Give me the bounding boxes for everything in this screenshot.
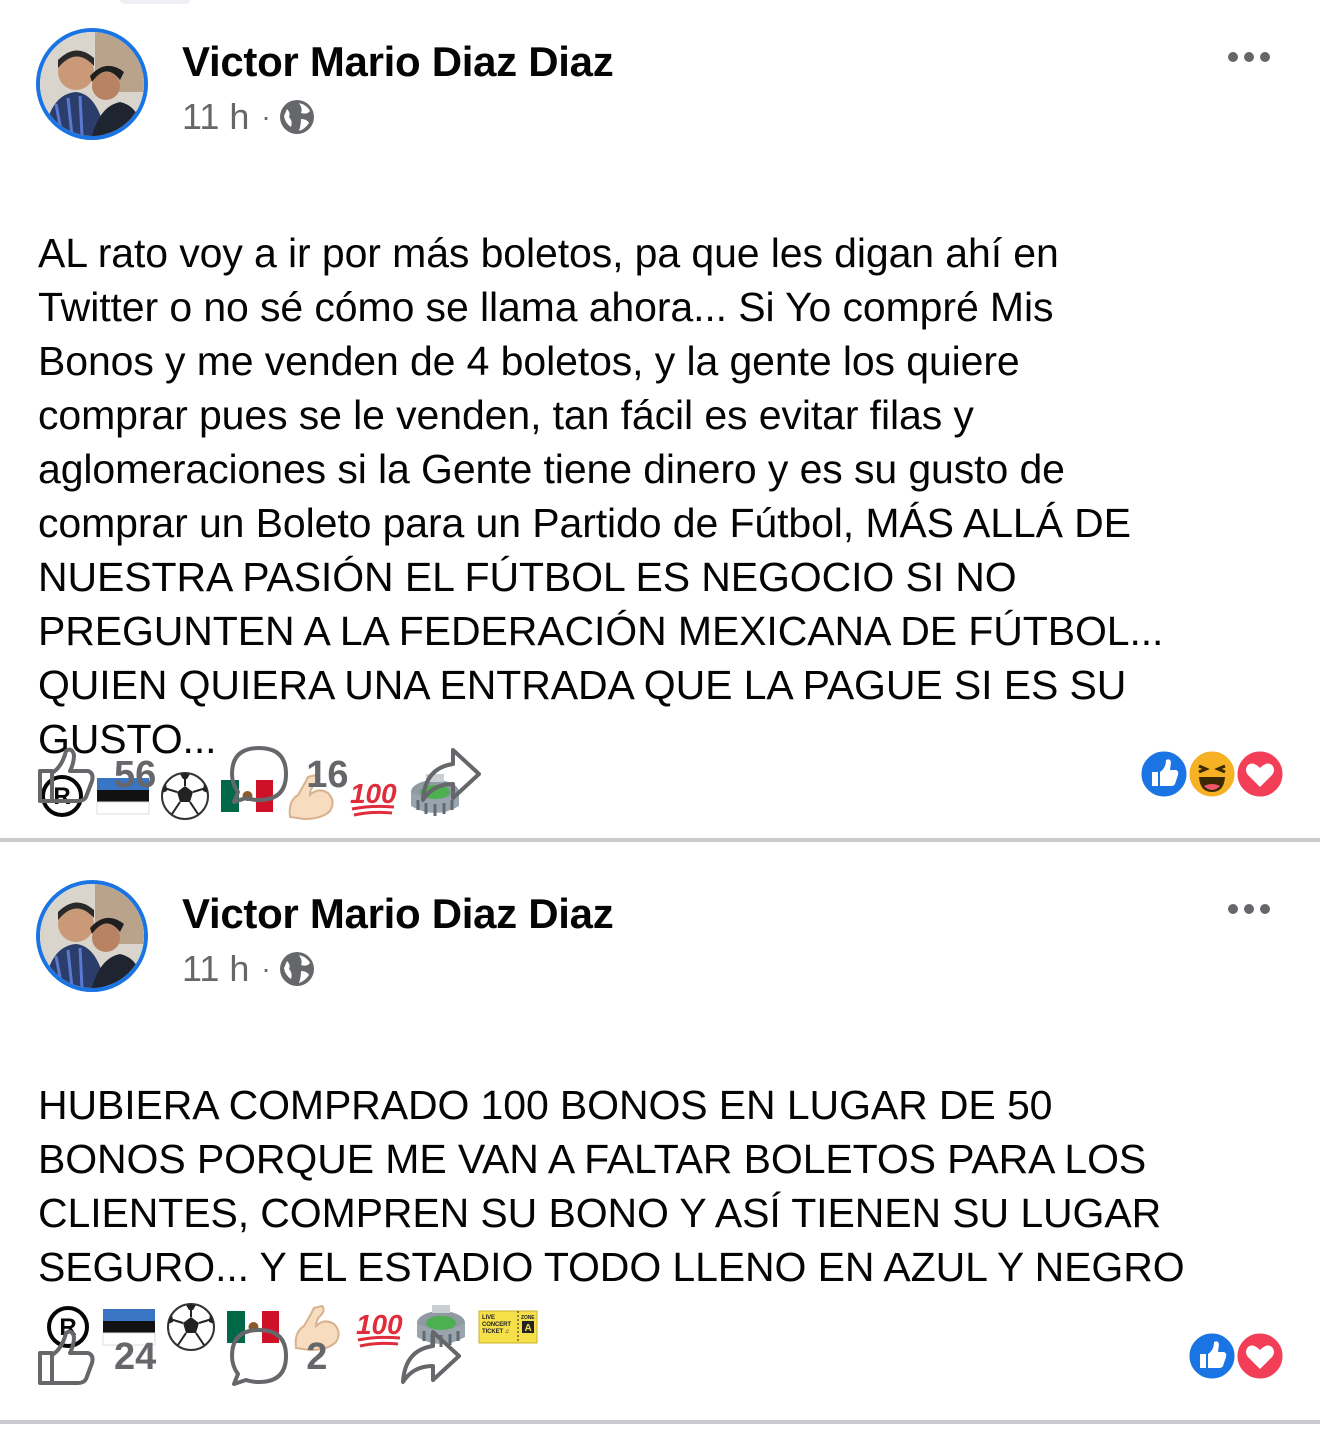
author-name[interactable]: Victor Mario Diaz Diaz: [182, 38, 614, 86]
like-reaction-icon: [1186, 1330, 1238, 1382]
post-time[interactable]: 11 h: [182, 948, 249, 990]
haha-reaction-icon: [1186, 748, 1238, 800]
post-meta: 11 h ·: [182, 948, 315, 990]
post-text: AL rato voy a ir por más boletos, pa que…: [38, 230, 1164, 762]
dot: [1260, 904, 1270, 914]
top-edge-shade: [120, 0, 190, 4]
reactions-summary[interactable]: [1138, 748, 1286, 800]
thumbs-up-icon: [38, 747, 95, 803]
dot: [1228, 52, 1238, 62]
like-count: 56: [114, 753, 157, 796]
like-button[interactable]: 56: [36, 745, 156, 805]
comment-count: 16: [306, 753, 349, 796]
reactions-summary[interactable]: [1186, 1330, 1286, 1382]
ticket-line3: TICKET ♫: [482, 1329, 509, 1335]
post-actions: 24 2: [36, 1326, 463, 1388]
globe-icon: [279, 100, 314, 134]
avatar-photo: [40, 32, 144, 136]
love-reaction-icon: [1234, 1330, 1286, 1382]
ticket-line1: LIVE: [482, 1315, 495, 1321]
share-icon: [420, 748, 481, 802]
share-button[interactable]: [419, 746, 483, 804]
post-body: AL rato voy a ir por más boletos, pa que…: [38, 172, 1298, 821]
post-divider: [0, 1420, 1320, 1424]
post-meta: 11 h ·: [182, 96, 315, 138]
share-button[interactable]: [399, 1328, 463, 1386]
post-text: HUBIERA COMPRADO 100 BONOS EN LUGAR DE 5…: [38, 1082, 1185, 1290]
ticket-line2: CONCERT: [482, 1322, 511, 1328]
avatar-photo: [40, 884, 144, 988]
comment-icon: [230, 746, 289, 804]
comment-button[interactable]: 2: [228, 1326, 327, 1388]
more-options-button[interactable]: [1228, 904, 1270, 914]
like-reaction-icon: [1138, 748, 1190, 800]
author-name[interactable]: Victor Mario Diaz Diaz: [182, 890, 614, 938]
post-actions: 56 16: [36, 744, 483, 806]
love-reaction-icon: [1234, 748, 1286, 800]
post-divider: [0, 838, 1320, 842]
like-button[interactable]: 24: [36, 1327, 156, 1387]
dot: [1244, 904, 1254, 914]
ticket-zone: ZONE: [521, 1315, 535, 1321]
dot: [1260, 52, 1270, 62]
post-time[interactable]: 11 h: [182, 96, 249, 138]
avatar[interactable]: [36, 28, 148, 140]
meta-separator: ·: [261, 101, 271, 132]
comment-icon: [230, 1328, 289, 1386]
ticket-zone-letter: A: [524, 1323, 531, 1334]
more-options-button[interactable]: [1228, 52, 1270, 62]
share-icon: [401, 1330, 462, 1384]
comment-button[interactable]: 16: [228, 744, 349, 806]
avatar[interactable]: [36, 880, 148, 992]
ticket-icon: LIVE CONCERT TICKET ♫ ZONE A: [478, 1310, 538, 1344]
like-count: 24: [114, 1335, 157, 1378]
dot: [1244, 52, 1254, 62]
meta-separator: ·: [261, 953, 271, 984]
comment-count: 2: [306, 1335, 328, 1378]
dot: [1228, 904, 1238, 914]
globe-icon: [279, 952, 314, 986]
thumbs-up-icon: [38, 1329, 95, 1385]
